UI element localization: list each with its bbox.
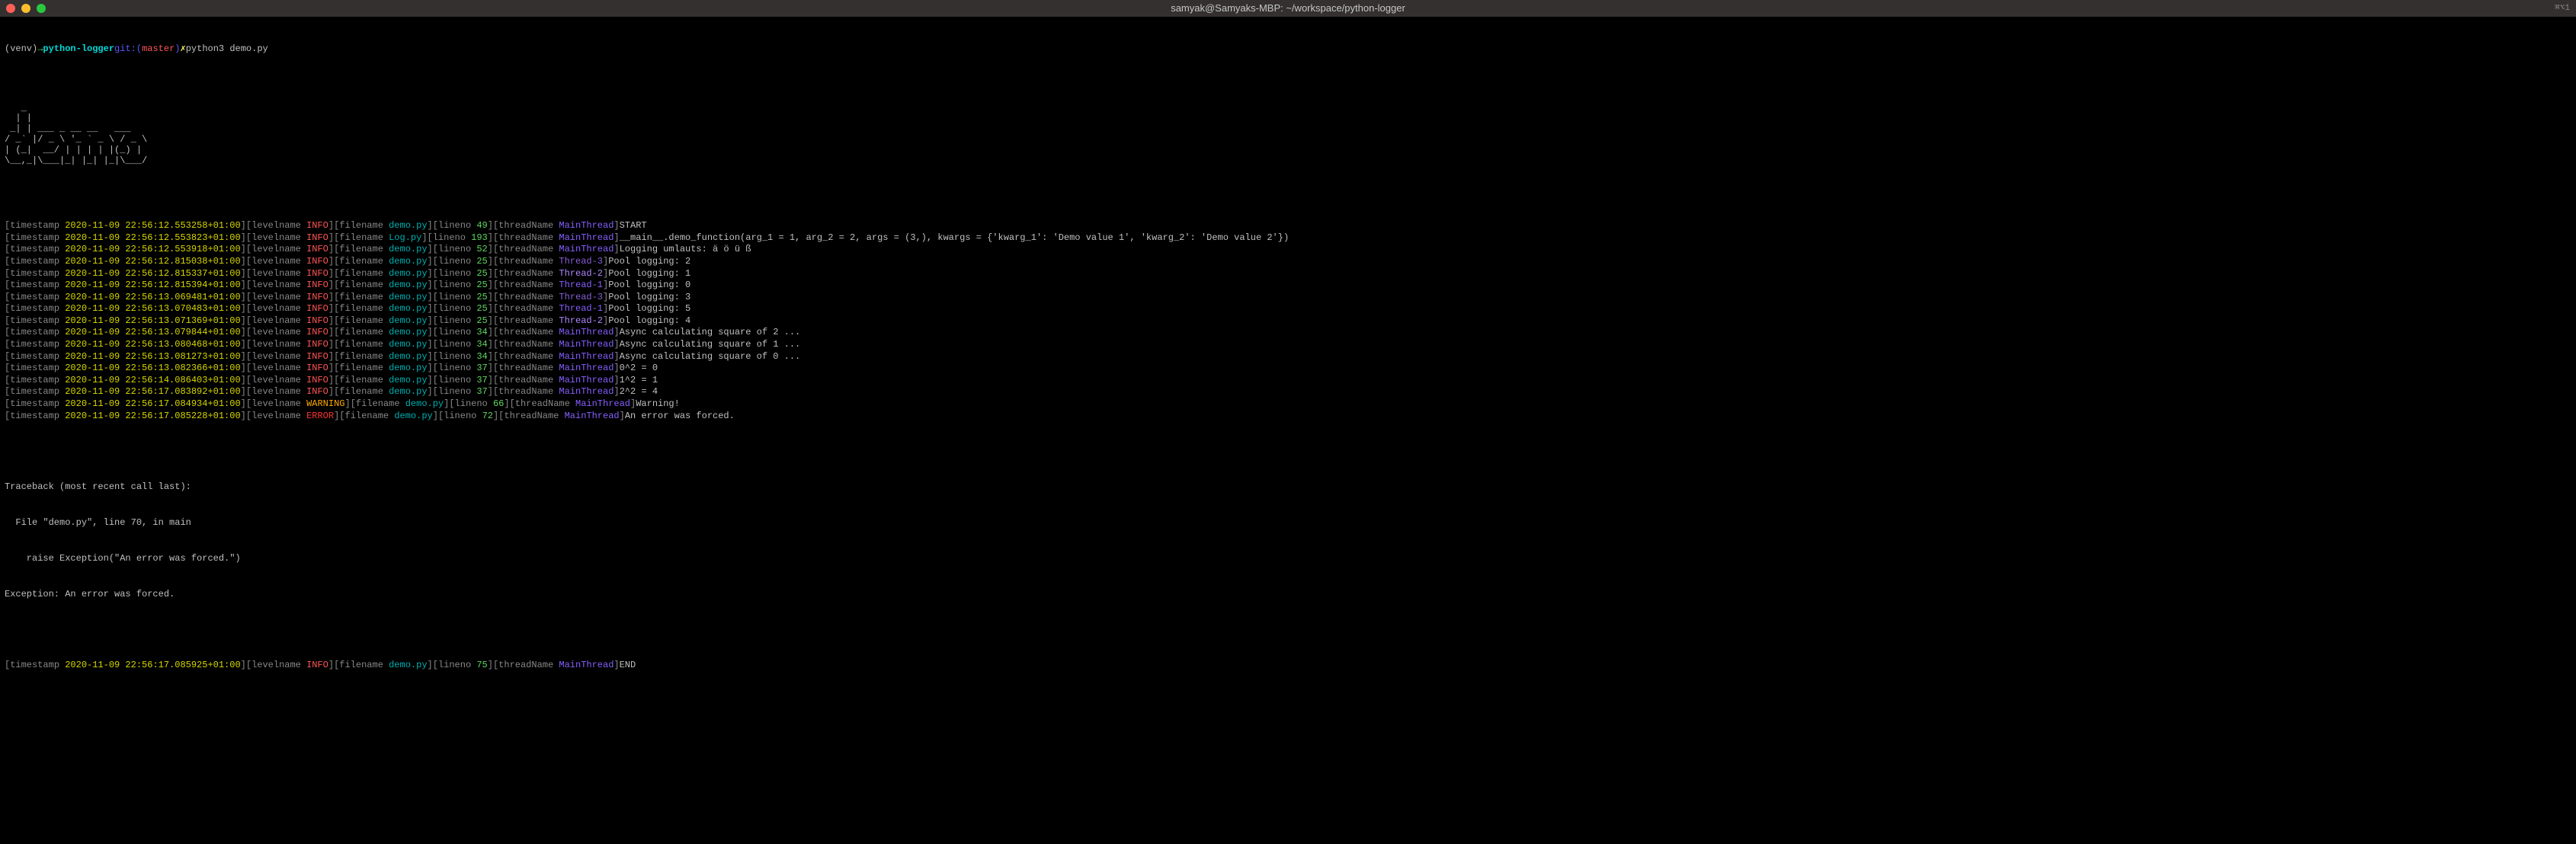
log-line: [timestamp 2020-11-09 22:56:12.815337+01… <box>5 268 2571 280</box>
dirty-marker-icon: ✗ <box>180 43 185 56</box>
window-title: samyak@Samyaks-MBP: ~/workspace/python-l… <box>1171 2 1405 15</box>
log-line-end: [timestamp 2020-11-09 22:56:17.085925+01… <box>5 660 2571 672</box>
log-line: [timestamp 2020-11-09 22:56:13.071369+01… <box>5 315 2571 328</box>
log-line: [timestamp 2020-11-09 22:56:12.553258+01… <box>5 220 2571 232</box>
traceback-line: Traceback (most recent call last): <box>5 481 2571 494</box>
minimize-icon[interactable] <box>21 4 30 13</box>
git-branch: master <box>142 43 175 56</box>
log-line: [timestamp 2020-11-09 22:56:13.081273+01… <box>5 351 2571 363</box>
window-titlebar: samyak@Samyaks-MBP: ~/workspace/python-l… <box>0 0 2576 17</box>
log-line: [timestamp 2020-11-09 22:56:12.553823+01… <box>5 232 2571 245</box>
log-line: [timestamp 2020-11-09 22:56:17.083892+01… <box>5 386 2571 398</box>
traceback-line: Exception: An error was forced. <box>5 589 2571 601</box>
command-text: python3 demo.py <box>186 43 268 56</box>
window-shortcut: ⌘⌥1 <box>2555 3 2570 14</box>
traceback-block: Traceback (most recent call last): File … <box>5 458 2571 624</box>
log-line: [timestamp 2020-11-09 22:56:13.069481+01… <box>5 292 2571 304</box>
log-line: [timestamp 2020-11-09 22:56:12.815394+01… <box>5 280 2571 292</box>
log-line: [timestamp 2020-11-09 22:56:13.070483+01… <box>5 303 2571 315</box>
git-label: git:( <box>114 43 142 56</box>
log-line: [timestamp 2020-11-09 22:56:13.082366+01… <box>5 363 2571 375</box>
traceback-line: raise Exception("An error was forced.") <box>5 553 2571 565</box>
log-line: [timestamp 2020-11-09 22:56:12.815038+01… <box>5 256 2571 268</box>
log-line: [timestamp 2020-11-09 22:56:12.553918+01… <box>5 244 2571 256</box>
log-line: [timestamp 2020-11-09 22:56:17.084934+01… <box>5 398 2571 411</box>
log-line: [timestamp 2020-11-09 22:56:17.085228+01… <box>5 411 2571 423</box>
git-paren-close: ) <box>175 43 180 56</box>
maximize-icon[interactable] <box>37 4 46 13</box>
log-line: [timestamp 2020-11-09 22:56:13.079844+01… <box>5 327 2571 339</box>
terminal-content[interactable]: (venv) → python-logger git:(master) ✗ py… <box>0 17 2576 686</box>
log-line: [timestamp 2020-11-09 22:56:14.086403+01… <box>5 375 2571 387</box>
log-line: [timestamp 2020-11-09 22:56:13.080468+01… <box>5 339 2571 351</box>
prompt-arrow-icon: → <box>37 43 43 56</box>
ascii-art-logo: _ | | _| | ___ _ __ __ ___ / _` |/ _ \ '… <box>5 104 2571 167</box>
traceback-line: File "demo.py", line 70, in main <box>5 517 2571 529</box>
traffic-lights <box>6 4 46 13</box>
close-icon[interactable] <box>6 4 15 13</box>
log-line: [timestamp 2020-11-09 22:56:17.085925+01… <box>5 660 2571 672</box>
log-output: [timestamp 2020-11-09 22:56:12.553258+01… <box>5 220 2571 422</box>
shell-prompt: (venv) → python-logger git:(master) ✗ py… <box>5 43 2571 56</box>
venv-label: (venv) <box>5 43 37 56</box>
cwd-folder: python-logger <box>43 43 114 56</box>
